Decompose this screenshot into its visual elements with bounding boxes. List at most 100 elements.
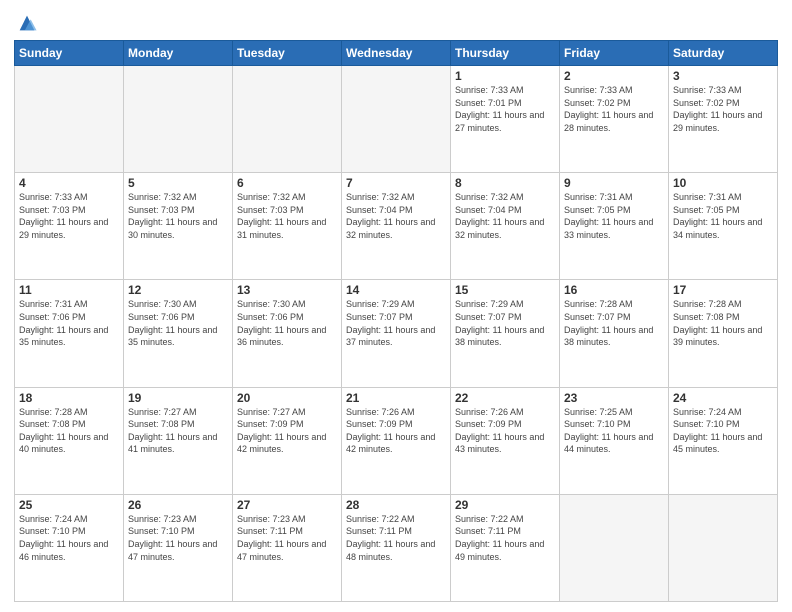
day-cell: 25Sunrise: 7:24 AM Sunset: 7:10 PM Dayli… [15,494,124,601]
day-number: 12 [128,283,228,297]
day-cell: 22Sunrise: 7:26 AM Sunset: 7:09 PM Dayli… [451,387,560,494]
day-cell [669,494,778,601]
calendar-table: SundayMondayTuesdayWednesdayThursdayFrid… [14,40,778,602]
day-cell: 21Sunrise: 7:26 AM Sunset: 7:09 PM Dayli… [342,387,451,494]
day-info: Sunrise: 7:30 AM Sunset: 7:06 PM Dayligh… [237,298,337,348]
day-number: 15 [455,283,555,297]
day-number: 27 [237,498,337,512]
day-number: 9 [564,176,664,190]
day-info: Sunrise: 7:28 AM Sunset: 7:07 PM Dayligh… [564,298,664,348]
day-cell: 6Sunrise: 7:32 AM Sunset: 7:03 PM Daylig… [233,173,342,280]
day-number: 8 [455,176,555,190]
day-number: 20 [237,391,337,405]
day-info: Sunrise: 7:29 AM Sunset: 7:07 PM Dayligh… [346,298,446,348]
day-number: 10 [673,176,773,190]
day-number: 23 [564,391,664,405]
day-cell: 20Sunrise: 7:27 AM Sunset: 7:09 PM Dayli… [233,387,342,494]
day-info: Sunrise: 7:22 AM Sunset: 7:11 PM Dayligh… [455,513,555,563]
weekday-header-tuesday: Tuesday [233,41,342,66]
weekday-header-friday: Friday [560,41,669,66]
week-row-0: 1Sunrise: 7:33 AM Sunset: 7:01 PM Daylig… [15,66,778,173]
day-info: Sunrise: 7:24 AM Sunset: 7:10 PM Dayligh… [19,513,119,563]
day-info: Sunrise: 7:23 AM Sunset: 7:11 PM Dayligh… [237,513,337,563]
day-info: Sunrise: 7:31 AM Sunset: 7:06 PM Dayligh… [19,298,119,348]
day-cell: 29Sunrise: 7:22 AM Sunset: 7:11 PM Dayli… [451,494,560,601]
day-info: Sunrise: 7:33 AM Sunset: 7:03 PM Dayligh… [19,191,119,241]
day-cell: 13Sunrise: 7:30 AM Sunset: 7:06 PM Dayli… [233,280,342,387]
weekday-header-thursday: Thursday [451,41,560,66]
weekday-header-wednesday: Wednesday [342,41,451,66]
day-info: Sunrise: 7:24 AM Sunset: 7:10 PM Dayligh… [673,406,773,456]
week-row-2: 11Sunrise: 7:31 AM Sunset: 7:06 PM Dayli… [15,280,778,387]
day-cell [560,494,669,601]
day-number: 7 [346,176,446,190]
day-info: Sunrise: 7:33 AM Sunset: 7:01 PM Dayligh… [455,84,555,134]
day-cell: 1Sunrise: 7:33 AM Sunset: 7:01 PM Daylig… [451,66,560,173]
day-number: 18 [19,391,119,405]
day-info: Sunrise: 7:30 AM Sunset: 7:06 PM Dayligh… [128,298,228,348]
weekday-header-monday: Monday [124,41,233,66]
day-cell: 3Sunrise: 7:33 AM Sunset: 7:02 PM Daylig… [669,66,778,173]
day-number: 25 [19,498,119,512]
day-cell: 28Sunrise: 7:22 AM Sunset: 7:11 PM Dayli… [342,494,451,601]
day-info: Sunrise: 7:32 AM Sunset: 7:03 PM Dayligh… [128,191,228,241]
day-cell [124,66,233,173]
day-cell: 24Sunrise: 7:24 AM Sunset: 7:10 PM Dayli… [669,387,778,494]
day-cell: 14Sunrise: 7:29 AM Sunset: 7:07 PM Dayli… [342,280,451,387]
logo-text [14,10,38,34]
day-cell: 12Sunrise: 7:30 AM Sunset: 7:06 PM Dayli… [124,280,233,387]
day-number: 26 [128,498,228,512]
day-number: 13 [237,283,337,297]
day-cell: 26Sunrise: 7:23 AM Sunset: 7:10 PM Dayli… [124,494,233,601]
day-number: 5 [128,176,228,190]
day-number: 29 [455,498,555,512]
day-number: 22 [455,391,555,405]
weekday-header-saturday: Saturday [669,41,778,66]
day-cell: 15Sunrise: 7:29 AM Sunset: 7:07 PM Dayli… [451,280,560,387]
day-number: 1 [455,69,555,83]
day-cell: 8Sunrise: 7:32 AM Sunset: 7:04 PM Daylig… [451,173,560,280]
day-cell: 2Sunrise: 7:33 AM Sunset: 7:02 PM Daylig… [560,66,669,173]
day-number: 14 [346,283,446,297]
logo [14,10,38,34]
weekday-header-row: SundayMondayTuesdayWednesdayThursdayFrid… [15,41,778,66]
day-number: 16 [564,283,664,297]
week-row-3: 18Sunrise: 7:28 AM Sunset: 7:08 PM Dayli… [15,387,778,494]
page: SundayMondayTuesdayWednesdayThursdayFrid… [0,0,792,612]
day-cell [342,66,451,173]
day-cell: 17Sunrise: 7:28 AM Sunset: 7:08 PM Dayli… [669,280,778,387]
logo-icon [16,12,38,34]
day-info: Sunrise: 7:31 AM Sunset: 7:05 PM Dayligh… [564,191,664,241]
day-number: 21 [346,391,446,405]
day-info: Sunrise: 7:26 AM Sunset: 7:09 PM Dayligh… [346,406,446,456]
day-number: 2 [564,69,664,83]
day-cell [233,66,342,173]
day-cell: 9Sunrise: 7:31 AM Sunset: 7:05 PM Daylig… [560,173,669,280]
day-info: Sunrise: 7:32 AM Sunset: 7:03 PM Dayligh… [237,191,337,241]
day-info: Sunrise: 7:29 AM Sunset: 7:07 PM Dayligh… [455,298,555,348]
day-cell: 10Sunrise: 7:31 AM Sunset: 7:05 PM Dayli… [669,173,778,280]
day-cell: 4Sunrise: 7:33 AM Sunset: 7:03 PM Daylig… [15,173,124,280]
day-info: Sunrise: 7:25 AM Sunset: 7:10 PM Dayligh… [564,406,664,456]
day-info: Sunrise: 7:26 AM Sunset: 7:09 PM Dayligh… [455,406,555,456]
day-number: 11 [19,283,119,297]
day-info: Sunrise: 7:32 AM Sunset: 7:04 PM Dayligh… [346,191,446,241]
day-info: Sunrise: 7:27 AM Sunset: 7:09 PM Dayligh… [237,406,337,456]
day-cell: 18Sunrise: 7:28 AM Sunset: 7:08 PM Dayli… [15,387,124,494]
day-cell: 11Sunrise: 7:31 AM Sunset: 7:06 PM Dayli… [15,280,124,387]
day-number: 19 [128,391,228,405]
day-cell: 23Sunrise: 7:25 AM Sunset: 7:10 PM Dayli… [560,387,669,494]
day-number: 4 [19,176,119,190]
day-cell: 7Sunrise: 7:32 AM Sunset: 7:04 PM Daylig… [342,173,451,280]
day-info: Sunrise: 7:28 AM Sunset: 7:08 PM Dayligh… [673,298,773,348]
day-number: 6 [237,176,337,190]
day-info: Sunrise: 7:27 AM Sunset: 7:08 PM Dayligh… [128,406,228,456]
day-cell: 5Sunrise: 7:32 AM Sunset: 7:03 PM Daylig… [124,173,233,280]
day-cell: 16Sunrise: 7:28 AM Sunset: 7:07 PM Dayli… [560,280,669,387]
weekday-header-sunday: Sunday [15,41,124,66]
day-number: 3 [673,69,773,83]
day-number: 28 [346,498,446,512]
day-cell [15,66,124,173]
day-cell: 19Sunrise: 7:27 AM Sunset: 7:08 PM Dayli… [124,387,233,494]
day-info: Sunrise: 7:33 AM Sunset: 7:02 PM Dayligh… [564,84,664,134]
